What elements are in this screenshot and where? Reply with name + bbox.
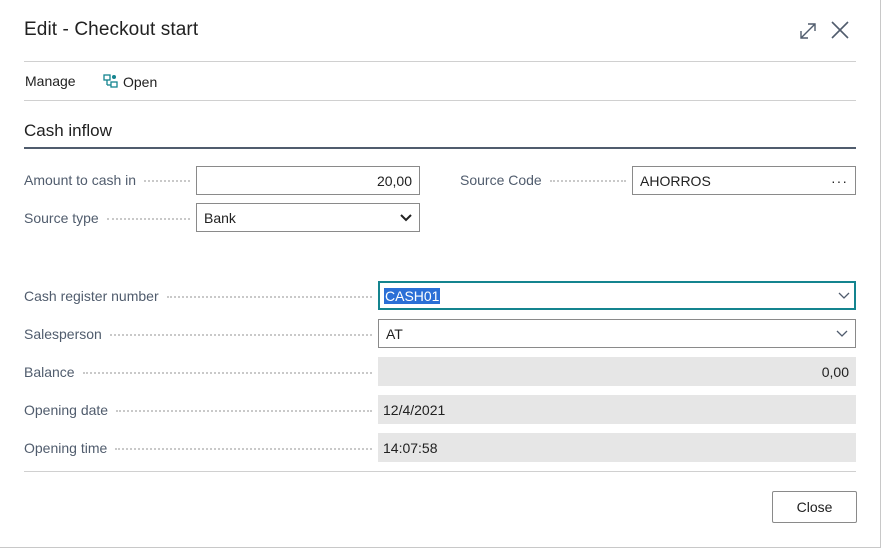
- close-button[interactable]: Close: [772, 491, 857, 523]
- divider-actions: [24, 100, 856, 101]
- salesperson-input[interactable]: AT: [378, 319, 856, 348]
- opening-time-value: 14:07:58: [383, 439, 438, 456]
- leader-dots: [82, 372, 372, 374]
- amount-label-row: Amount to cash in: [24, 170, 196, 190]
- source-code-input[interactable]: AHORROS ···: [632, 166, 856, 195]
- opening-date-field: 12/4/2021: [378, 395, 856, 424]
- balance-field: 0,00: [378, 357, 856, 386]
- source-type-label: Source type: [24, 210, 99, 226]
- divider-top: [24, 61, 856, 62]
- dialog-title: Edit - Checkout start: [24, 19, 199, 40]
- leader-dots: [166, 296, 372, 298]
- salesperson-label-row: Salesperson: [24, 324, 378, 344]
- expand-icon[interactable]: [797, 20, 819, 42]
- section-title: Cash inflow: [24, 121, 112, 140]
- opening-date-value: 12/4/2021: [383, 401, 446, 418]
- close-icon[interactable]: [829, 19, 851, 41]
- leader-dots: [549, 180, 626, 182]
- leader-dots: [144, 180, 190, 182]
- lookup-ellipsis-icon[interactable]: ···: [831, 173, 848, 189]
- opening-time-field: 14:07:58: [378, 433, 856, 462]
- chevron-down-icon[interactable]: [838, 292, 850, 300]
- opening-date-label-row: Opening date: [24, 400, 378, 420]
- opening-time-label-row: Opening time: [24, 438, 378, 458]
- leader-dots: [109, 334, 372, 336]
- section-divider: [24, 147, 856, 149]
- open-action[interactable]: Open: [102, 73, 157, 90]
- source-type-value: Bank: [204, 209, 236, 226]
- source-code-label-row: Source Code: [460, 170, 632, 190]
- cash-register-label-row: Cash register number: [24, 286, 378, 306]
- amount-value: 20,00: [376, 172, 412, 189]
- edit-dialog: Edit - Checkout start Manage Open Cash i…: [0, 0, 881, 548]
- balance-value: 0,00: [821, 363, 849, 380]
- source-code-label: Source Code: [460, 172, 542, 188]
- divider-footer: [24, 471, 856, 472]
- cash-register-input[interactable]: CASH01: [378, 281, 856, 310]
- cash-register-value: CASH01: [384, 287, 441, 304]
- salesperson-value: AT: [386, 325, 403, 342]
- chevron-down-icon[interactable]: [836, 330, 848, 338]
- cash-register-label: Cash register number: [24, 288, 159, 304]
- opening-time-label: Opening time: [24, 440, 108, 456]
- balance-label: Balance: [24, 364, 75, 380]
- leader-dots: [115, 448, 372, 450]
- amount-label: Amount to cash in: [24, 172, 137, 188]
- open-label: Open: [123, 73, 158, 90]
- leader-dots: [106, 218, 190, 220]
- open-card-icon: [103, 74, 118, 88]
- salesperson-label: Salesperson: [24, 326, 102, 342]
- amount-input[interactable]: 20,00: [196, 166, 420, 195]
- manage-menu[interactable]: Manage: [25, 73, 76, 89]
- source-type-select[interactable]: Bank: [196, 203, 420, 232]
- chevron-down-icon: [400, 213, 412, 221]
- source-type-label-row: Source type: [24, 208, 196, 228]
- source-code-value: AHORROS: [640, 172, 711, 189]
- leader-dots: [116, 410, 372, 412]
- opening-date-label: Opening date: [24, 402, 109, 418]
- balance-label-row: Balance: [24, 362, 378, 382]
